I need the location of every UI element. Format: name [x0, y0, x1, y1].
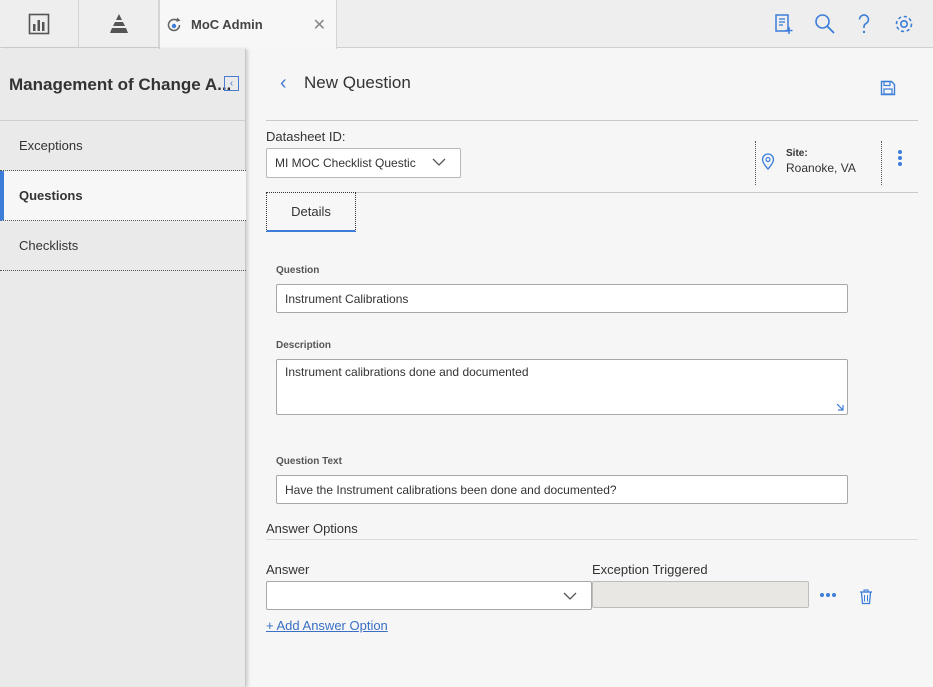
dashboard-icon: [28, 13, 50, 35]
sidebar-title: Management of Change A...: [9, 75, 232, 94]
site-value: Roanoke, VA: [786, 161, 856, 175]
header-divider: [266, 120, 918, 121]
back-button[interactable]: ‹: [280, 72, 287, 95]
refresh-icon: [167, 17, 181, 31]
tab-moc-admin[interactable]: MoC Admin ✕: [159, 0, 337, 49]
answer-header: Answer: [266, 562, 310, 577]
dashboard-button[interactable]: [0, 0, 79, 48]
sidebar-item-exceptions[interactable]: Exceptions: [0, 121, 246, 171]
page-title: New Question: [304, 73, 411, 92]
pyramid-icon: [109, 14, 128, 33]
datasheet-select[interactable]: MI MOC Checklist Questic: [266, 148, 461, 178]
sidebar-item-checklists[interactable]: Checklists: [0, 221, 246, 271]
answer-select[interactable]: [266, 581, 592, 610]
pyramid-button[interactable]: [79, 0, 159, 48]
new-record-icon[interactable]: [774, 13, 794, 35]
site-label: Site:: [786, 148, 808, 159]
trash-icon[interactable]: [859, 589, 873, 605]
answer-options-title: Answer Options: [266, 521, 358, 536]
close-icon[interactable]: ✕: [313, 15, 326, 35]
description-label: Description: [276, 340, 332, 351]
question-text-input[interactable]: Have the Instrument calibrations been do…: [276, 475, 848, 504]
description-value: Instrument calibrations done and documen…: [285, 365, 529, 379]
question-text-label: Question Text: [276, 456, 342, 467]
save-icon[interactable]: [880, 80, 896, 96]
settings-icon[interactable]: [893, 13, 915, 35]
chevron-down-icon: [432, 158, 446, 166]
search-icon[interactable]: [814, 13, 836, 35]
add-answer-option-link[interactable]: + Add Answer Option: [266, 618, 388, 633]
toolbar-divider: [266, 192, 918, 193]
sidebar-item-questions[interactable]: Questions: [0, 171, 246, 221]
chevron-left-icon: ‹: [229, 77, 234, 89]
question-label: Question: [276, 265, 320, 276]
help-icon[interactable]: [855, 13, 873, 35]
answer-options-divider: [266, 539, 918, 540]
site-info: Site: Roanoke, VA: [755, 141, 882, 185]
top-bar: MoC Admin ✕: [0, 0, 933, 49]
datasheet-value: MI MOC Checklist Questic: [275, 156, 416, 170]
more-actions-icon[interactable]: [820, 593, 836, 597]
description-textarea[interactable]: Instrument calibrations done and documen…: [276, 359, 848, 415]
resize-handle-icon[interactable]: [835, 402, 845, 412]
main-panel: ‹ New Question Datasheet ID: MI MOC Chec…: [247, 49, 933, 687]
question-text-value: Have the Instrument calibrations been do…: [285, 482, 617, 497]
exception-triggered-field: [592, 581, 809, 608]
sidebar: Management of Change A... ‹ Exceptions Q…: [0, 49, 246, 687]
tab-title: MoC Admin: [191, 17, 263, 32]
collapse-sidebar-button[interactable]: ‹: [224, 76, 239, 91]
location-pin-icon: [761, 153, 775, 170]
tab-details[interactable]: Details: [266, 192, 356, 232]
datasheet-label: Datasheet ID:: [266, 129, 346, 144]
more-options-icon[interactable]: [898, 150, 902, 168]
question-value: Instrument Calibrations: [285, 291, 409, 306]
add-answer-option-label: Add Answer Option: [276, 618, 388, 633]
plus-icon: +: [266, 618, 274, 633]
question-input[interactable]: Instrument Calibrations: [276, 284, 848, 313]
exception-header: Exception Triggered: [592, 562, 708, 577]
chevron-down-icon: [563, 592, 577, 600]
